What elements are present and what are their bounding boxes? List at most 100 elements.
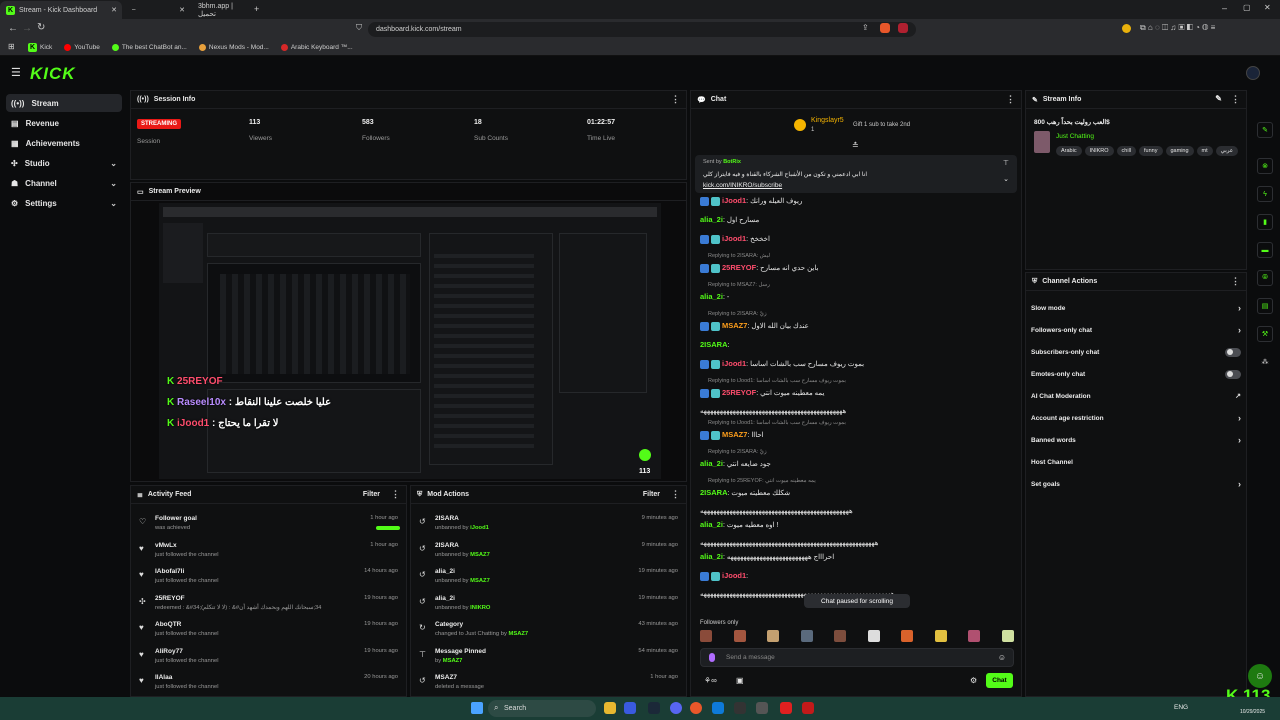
filter-button[interactable]: Filter [643,491,660,498]
category-name[interactable]: Just Chatting [1056,133,1094,140]
bookmark-nexus[interactable]: Nexus Mods - Mod... [198,44,269,51]
reply-context[interactable]: Replying to 2ISARA: ليش [708,253,770,259]
new-tab-button[interactable]: + [254,4,259,14]
emote-icon[interactable] [867,630,880,642]
more-icon[interactable]: ⋮ [671,94,680,105]
emote-icon[interactable] [934,630,947,642]
mic-icon[interactable] [709,653,715,662]
tag[interactable]: gaming [1165,146,1194,156]
steam-icon[interactable] [648,702,660,714]
chevron-down-icon[interactable]: ⌄ [1003,175,1009,183]
support-chat-icon[interactable]: ☺ [1248,664,1272,688]
mod-action-row[interactable]: ↻ Category changed to Just Chatting by M… [411,618,686,645]
url-field[interactable]: dashboard.kick.com/stream [368,22,916,37]
emote-icon[interactable] [733,630,746,642]
chat-input[interactable]: Send a message ☺ [700,648,1014,667]
channel-action-host-channel[interactable]: Host Channel [1031,451,1243,473]
emote-icon[interactable] [700,630,712,642]
mod-action-row[interactable]: ↺ alia_2i unbanned by MSAZ7 19 minutes a… [411,565,686,592]
chat-message[interactable]: iJood1: بموت ريوف مسارح سب بالشات اساسا [700,359,864,369]
chat-username[interactable]: alia_2i [700,292,723,301]
obs-icon[interactable] [734,702,746,714]
store-icon[interactable] [624,702,636,714]
chat-message[interactable]: 25REYOF: يمه معطينه ميوت انتي [700,388,824,398]
more-icon[interactable]: ⋮ [1231,276,1240,287]
tag[interactable]: INIKRO [1084,146,1114,156]
more-icon[interactable]: ⋮ [1231,94,1240,105]
tab-blank[interactable]: ⎯ ✕ [126,1,190,19]
channel-action-emotes-only-chat[interactable]: Emotes-only chat [1031,363,1243,385]
back-icon[interactable]: ← [8,23,18,34]
sidebar-item-revenue[interactable]: ▤ Revenue [6,114,122,132]
chat-message[interactable]: alia_2i: مسارح اول [700,215,759,224]
bookmark-icon[interactable]: ⛉ [356,23,362,33]
rail-doc-icon[interactable]: ▮ [1257,214,1273,230]
more-icon[interactable]: ⋮ [1006,94,1015,105]
pin-icon[interactable]: ≛ [852,141,859,150]
gift-prompt[interactable]: Gift 1 sub to take 2nd [853,122,910,128]
chat-username[interactable]: alia_2i [700,459,723,468]
chat-message[interactable]: 2ISARA: [700,340,729,349]
sidebar-item-stream[interactable]: ((•)) Stream [6,94,122,112]
chat-message[interactable]: iJood1: ريوف العيله ورانك [700,196,802,206]
rail-target-icon[interactable]: ⊗ [1257,158,1273,174]
share-icon[interactable]: ⇪ [862,23,869,32]
activity-row[interactable]: ✣ 25REYOF redeemed : &#34;(لا لا تتكلم) … [131,592,406,619]
tab-kick-dashboard[interactable]: K Stream - Kick Dashboard ✕ [0,1,122,19]
unpin-icon[interactable]: ⊤ [1003,159,1009,167]
reply-context[interactable]: Replying to 25REYOF: يمه معطينه ميوت انت… [708,478,816,484]
chat-message[interactable]: هههههههههههههههههههههههههههههههههههههههه… [700,507,853,515]
mod-action-row[interactable]: ⊤ Message Pinned by MSAZ7 54 minutes ago [411,645,686,672]
bookmark-kick[interactable]: K Kick [28,43,52,52]
channel-action-banned-words[interactable]: Banned words › [1031,429,1243,451]
bookmark-youtube[interactable]: YouTube [64,44,100,51]
sidebar-item-settings[interactable]: ⚙ Settings ⌄ [6,194,122,212]
menu-icon[interactable]: ☰ [11,66,21,79]
chat-username[interactable]: iJood1 [722,571,746,580]
chat-username[interactable]: alia_2i [700,552,723,561]
close-window-button[interactable]: ✕ [1264,3,1271,12]
activity-row[interactable]: ♥ AboQTR just followed the channel 19 ho… [131,618,406,645]
brave-window-icon[interactable] [802,702,814,714]
mod-action-row[interactable]: ↺ 2ISARA unbanned by iJood1 9 minutes ag… [411,512,686,539]
close-tab-icon[interactable]: ✕ [179,6,185,14]
reply-context[interactable]: Replying to 2ISARA: زيّ [708,449,767,455]
channel-action-subscribers-only-chat[interactable]: Subscribers-only chat [1031,341,1243,363]
activity-row[interactable]: ♥ AliRoy77 just followed the channel 19 … [131,645,406,672]
chat-username[interactable]: 2ISARA [700,488,728,497]
rail-chat-icon[interactable]: ▬ [1257,242,1273,258]
channel-action-set-goals[interactable]: Set goals › [1031,473,1243,495]
gift-icon[interactable]: ▣ [736,676,744,685]
rail-bolt-icon[interactable]: ϟ [1257,186,1273,202]
reply-context[interactable]: Replying to iJood1: بموت ريوف مسارح سب ب… [708,420,846,426]
edge-icon[interactable] [712,702,724,714]
tag[interactable]: عربي [1215,146,1239,156]
chat-username[interactable]: alia_2i [700,215,723,224]
chat-message[interactable]: alia_2i: اوه معطيه ميوت ! [700,520,778,529]
pinned-link[interactable]: kick.com/INIKRO/subscribe [703,182,782,189]
chat-message[interactable]: MSAZ7: عندك بيان الله الاول [700,321,809,331]
top-gifter-name[interactable]: Kingslayr5 [811,117,844,124]
valorant-icon[interactable] [780,702,792,714]
emote-icon[interactable] [901,630,914,642]
sidebar-item-studio[interactable]: ✣ Studio ⌄ [6,154,122,172]
rail-add-widget-icon[interactable]: ⁂ [1257,354,1273,370]
rail-broadcast-icon[interactable]: ⦾ [1257,270,1273,286]
channel-action-account-age-restriction[interactable]: Account age restriction › [1031,407,1243,429]
mod-action-row[interactable]: ↺ MSAZ7 deleted a message 1 hour ago [411,671,686,698]
toggle-switch[interactable] [1225,369,1241,379]
chat-username[interactable]: 25REYOF [722,263,756,272]
apps-grid-icon[interactable]: ⊞ [8,42,15,51]
chat-message[interactable]: هههههههههههههههههههههههههههههههههههههههه… [700,407,846,415]
gear-icon[interactable]: ⚙ [970,676,977,685]
forward-icon[interactable]: → [22,23,32,34]
tag[interactable]: chill [1116,146,1137,156]
clock-date[interactable]: 10/29/2025 [1240,709,1265,715]
brave-icon[interactable] [690,702,702,714]
app-icon[interactable] [756,702,768,714]
activity-row[interactable]: ♥ vMwLx just followed the channel 1 hour… [131,539,406,566]
maximize-button[interactable]: ▢ [1243,3,1251,12]
avatar[interactable] [1246,66,1260,80]
activity-row[interactable]: ♥ IlAlaa just followed the channel 20 ho… [131,671,406,698]
reload-icon[interactable]: ↻ [37,22,45,33]
